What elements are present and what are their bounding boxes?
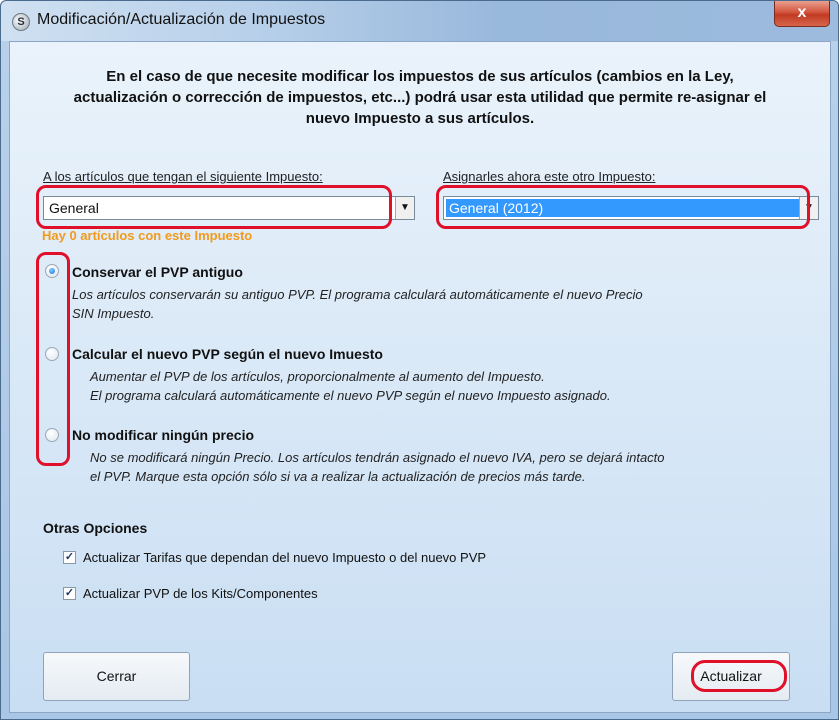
intro-line: nuevo Impuesto a sus artículos. (305, 110, 535, 127)
update-kits-label[interactable]: Actualizar PVP de los Kits/Componentes (83, 586, 318, 601)
option-desc-line: Aumentar el PVP de los artículos, propor… (90, 369, 545, 384)
intro-line: actualización o corrección de impuestos,… (73, 89, 767, 106)
option-desc-line: Los artículos conservarán su antiguo PVP… (72, 287, 643, 302)
close-window-button[interactable]: x (774, 1, 830, 27)
app-icon: S (12, 13, 30, 31)
chevron-down-icon[interactable]: ▼ (395, 197, 414, 219)
highlight-source-tax (36, 185, 392, 229)
window-title: Modificación/Actualización de Impuestos (37, 11, 326, 28)
title-bar[interactable]: S Modificación/Actualización de Impuesto… (1, 1, 838, 41)
option-desc-line: el PVP. Marque esta opción sólo si va a … (90, 469, 586, 484)
option-calc-pvp-radio[interactable] (45, 347, 59, 361)
close-button[interactable]: Cerrar (43, 652, 190, 701)
highlight-target-tax (436, 185, 810, 229)
option-no-change-radio[interactable] (45, 428, 59, 442)
option-calc-pvp-title[interactable]: Calcular el nuevo PVP según el nuevo Imu… (72, 346, 383, 362)
highlight-update-button (691, 660, 787, 692)
option-desc-line: No se modificará ningún Precio. Los artí… (90, 450, 665, 465)
option-desc-line: El programa calculará automáticamente el… (90, 388, 611, 403)
intro-text: En el caso de que necesite modificar los… (10, 66, 830, 129)
dialog-content: En el caso de que necesite modificar los… (9, 41, 831, 713)
source-tax-label: A los artículos que tengan el siguiente … (43, 169, 323, 184)
option-no-change-title[interactable]: No modificar ningún precio (72, 427, 254, 443)
intro-line: En el caso de que necesite modificar los… (106, 68, 734, 85)
option-keep-pvp-title[interactable]: Conservar el PVP antiguo (72, 264, 243, 280)
update-rates-label[interactable]: Actualizar Tarifas que dependan del nuev… (83, 550, 486, 565)
option-desc-line: SIN Impuesto. (72, 306, 155, 321)
update-kits-checkbox[interactable]: ✓ (63, 587, 76, 600)
target-tax-label: Asignarles ahora este otro Impuesto: (443, 169, 656, 184)
option-keep-pvp-desc: Los artículos conservarán su antiguo PVP… (72, 285, 643, 323)
update-rates-checkbox[interactable]: ✓ (63, 551, 76, 564)
option-calc-pvp-desc: Aumentar el PVP de los artículos, propor… (90, 367, 611, 405)
other-options-title: Otras Opciones (43, 520, 148, 536)
dialog-window: S Modificación/Actualización de Impuesto… (0, 0, 839, 720)
option-no-change-desc: No se modificará ningún Precio. Los artí… (90, 448, 665, 486)
option-keep-pvp-radio[interactable] (45, 264, 59, 278)
article-count-warning: Hay 0 artículos con este Impuesto (42, 228, 253, 243)
